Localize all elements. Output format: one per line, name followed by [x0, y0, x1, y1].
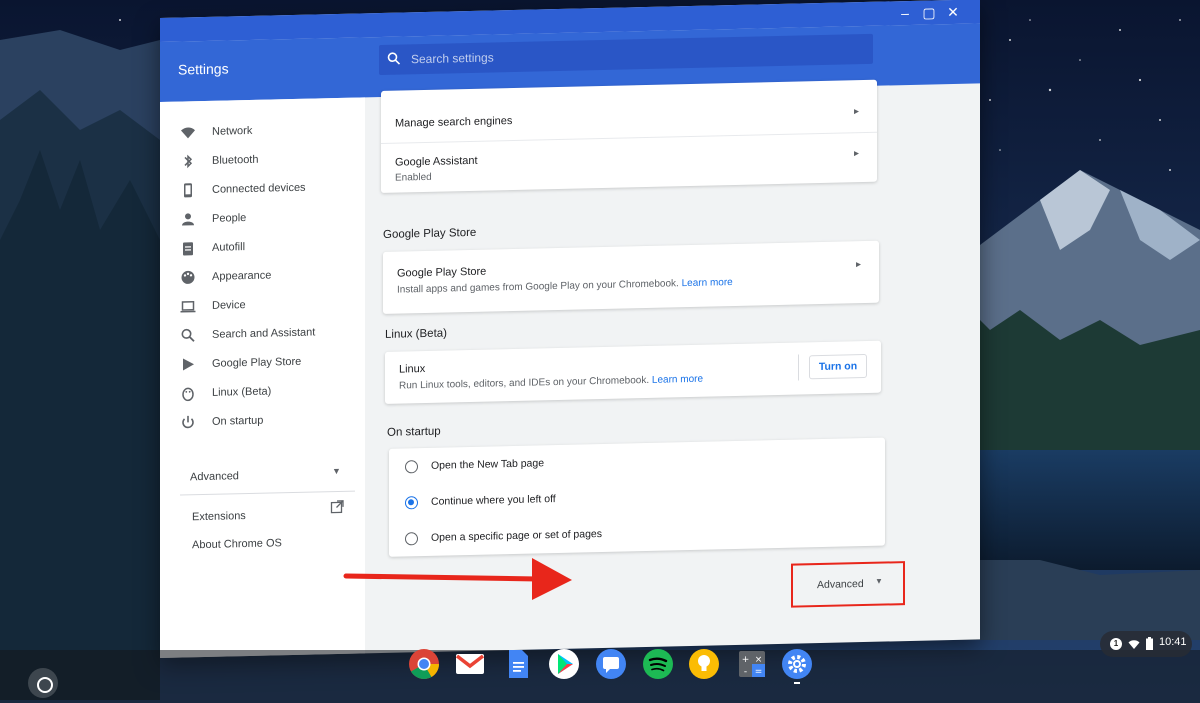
keep-icon[interactable]	[688, 648, 720, 680]
sidebar-item-label: Appearance	[212, 269, 272, 283]
sidebar-item-autofill[interactable]: Autofill	[160, 231, 365, 262]
svg-text:×: ×	[755, 655, 763, 665]
turn-on-button[interactable]: Turn on	[809, 353, 867, 380]
sidebar-item-label: Bluetooth	[212, 153, 259, 167]
sidebar-item-linux[interactable]: Linux (Beta)	[160, 376, 365, 407]
settings-icon[interactable]	[781, 648, 813, 680]
learn-more-link[interactable]: Learn more	[682, 277, 733, 289]
sidebar: Network Bluetooth Connected devices Peop…	[160, 97, 365, 658]
open-in-new-icon[interactable]	[330, 500, 344, 519]
row-title: Google Play Store	[397, 265, 487, 280]
docs-icon[interactable]	[502, 648, 534, 680]
active-app-indicator	[794, 682, 800, 684]
status-tray[interactable]: 1 10:41	[1100, 631, 1192, 657]
radio-label: Open a specific page or set of pages	[431, 527, 603, 544]
sidebar-item-search-and-assistant[interactable]: Search and Assistant	[160, 318, 365, 349]
radio-label: Open the New Tab page	[431, 457, 545, 472]
startup-card: Open the New Tab page Continue where you…	[389, 437, 885, 557]
sidebar-item-on-startup[interactable]: On startup	[160, 405, 365, 436]
chevron-right-icon: ▸	[855, 259, 861, 271]
sidebar-item-label: Network	[212, 124, 253, 138]
sidebar-item-connected-devices[interactable]: Connected devices	[160, 173, 365, 204]
row-title: Google Assistant	[395, 154, 478, 169]
search-box[interactable]	[379, 33, 873, 76]
page-title: Settings	[178, 60, 229, 78]
sidebar-item-about[interactable]: About Chrome OS	[192, 537, 282, 551]
chevron-right-icon: ▸	[853, 148, 859, 160]
svg-text:+: +	[742, 655, 750, 665]
section-title: On startup	[387, 425, 441, 439]
notification-count: 1	[1110, 638, 1122, 650]
messages-icon[interactable]	[595, 648, 627, 680]
minimize-icon[interactable]: –	[896, 4, 914, 22]
sidebar-item-label: Device	[212, 299, 246, 312]
spotify-icon[interactable]	[642, 648, 674, 680]
google-assistant-row[interactable]: Google Assistant Enabled ▸	[381, 132, 877, 191]
sidebar-item-label: On startup	[212, 414, 264, 428]
battery-icon	[1146, 637, 1153, 655]
sidebar-item-label: People	[212, 212, 247, 225]
sidebar-item-extensions[interactable]: Extensions	[192, 510, 246, 523]
sidebar-item-label: Linux (Beta)	[212, 385, 272, 399]
play-store-card[interactable]: Google Play Store Install apps and games…	[383, 240, 879, 314]
search-icon	[180, 327, 196, 343]
search-icon	[387, 52, 401, 71]
row-title: Linux	[399, 362, 426, 376]
radio-button[interactable]	[405, 532, 418, 546]
radio-button-selected[interactable]	[405, 496, 418, 510]
penguin-icon	[180, 385, 196, 402]
power-icon	[180, 414, 196, 430]
play-icon	[180, 356, 196, 372]
sidebar-item-label: Connected devices	[212, 181, 306, 196]
sidebar-divider	[180, 490, 355, 496]
play-store-icon[interactable]	[548, 648, 580, 680]
launcher-icon[interactable]	[28, 668, 58, 698]
chevron-down-icon: ▼	[332, 465, 341, 477]
sidebar-item-google-play-store[interactable]: Google Play Store	[160, 347, 365, 378]
wifi-icon	[1128, 637, 1140, 655]
sidebar-item-label: Google Play Store	[212, 355, 302, 370]
palette-icon	[180, 269, 196, 285]
clock: 10:41	[1159, 636, 1187, 648]
svg-text:-: -	[744, 667, 747, 677]
gmail-icon[interactable]	[454, 648, 486, 680]
sidebar-item-device[interactable]: Device	[160, 289, 365, 320]
section-title: Linux (Beta)	[385, 327, 448, 341]
maximize-icon[interactable]: ▢	[920, 3, 938, 21]
vertical-divider	[798, 354, 799, 381]
sidebar-advanced-toggle[interactable]: Advanced	[190, 470, 239, 483]
laptop-icon	[180, 298, 196, 314]
close-icon[interactable]: ✕	[944, 3, 962, 21]
section-title: Google Play Store	[383, 226, 477, 241]
search-input[interactable]	[411, 34, 851, 75]
sidebar-item-network[interactable]: Network	[160, 115, 365, 146]
chrome-icon[interactable]	[408, 648, 440, 680]
linux-card: Linux Run Linux tools, editors, and IDEs…	[385, 340, 881, 404]
annotation-arrow-icon	[343, 558, 572, 600]
calculator-icon[interactable]: + × - =	[736, 648, 768, 680]
row-status: Enabled	[395, 171, 432, 184]
sidebar-item-appearance[interactable]: Appearance	[160, 260, 365, 291]
row-subtitle: Run Linux tools, editors, and IDEs on yo…	[399, 373, 704, 392]
radio-button[interactable]	[405, 460, 418, 474]
clipboard-icon	[180, 240, 196, 256]
phone-icon	[180, 182, 196, 198]
row-subtitle: Install apps and games from Google Play …	[397, 277, 733, 296]
svg-text:=: =	[755, 667, 763, 677]
chevron-right-icon: ▸	[853, 106, 859, 118]
sidebar-item-label: Autofill	[212, 241, 246, 254]
chevron-down-icon: ▼	[875, 576, 883, 586]
row-title: Manage search engines	[395, 115, 513, 130]
sidebar-item-label: Search and Assistant	[212, 326, 316, 341]
sidebar-item-people[interactable]: People	[160, 202, 365, 233]
search-card: Manage search engines ▸ Google Assistant…	[381, 79, 877, 193]
sidebar-item-bluetooth[interactable]: Bluetooth	[160, 144, 365, 175]
learn-more-link[interactable]: Learn more	[652, 374, 703, 386]
wifi-icon	[180, 124, 196, 140]
radio-label: Continue where you left off	[431, 493, 556, 508]
advanced-button-label: Advanced	[817, 578, 864, 592]
person-icon	[180, 211, 196, 227]
advanced-button[interactable]: Advanced ▼	[791, 561, 905, 608]
bluetooth-icon	[180, 153, 196, 169]
